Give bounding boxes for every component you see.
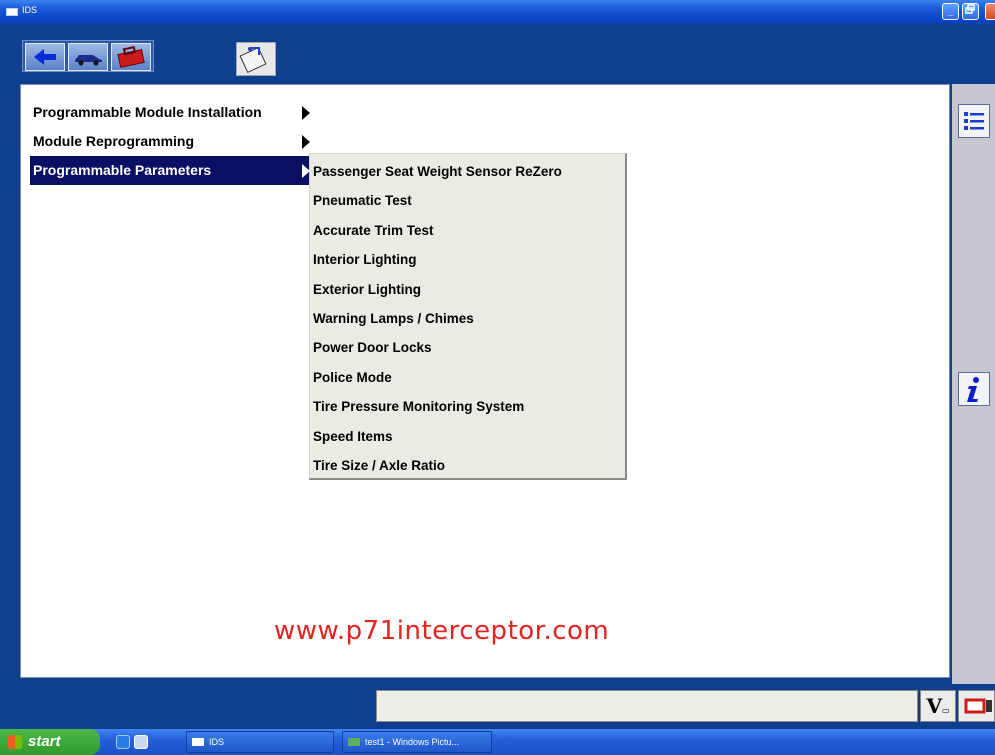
- menu-item-module-reprogramming[interactable]: Module Reprogramming: [30, 127, 312, 156]
- main-menu: Programmable Module Installation Module …: [30, 98, 312, 185]
- submenu-item[interactable]: Tire Pressure Monitoring System: [310, 392, 625, 421]
- vehicle-button[interactable]: [68, 43, 108, 71]
- vehicle-tool-strip: [22, 40, 154, 72]
- internet-explorer-icon[interactable]: [116, 735, 130, 749]
- car-icon: [75, 55, 102, 66]
- windows-taskbar: start IDS test1 - Windows Pictu...: [0, 729, 995, 755]
- show-desktop-icon[interactable]: [134, 735, 148, 749]
- submenu-item[interactable]: Accurate Trim Test: [310, 216, 625, 245]
- start-button[interactable]: start: [0, 729, 100, 755]
- status-message-field: [376, 690, 918, 722]
- watermark-url: www.p71interceptor.com: [274, 616, 610, 646]
- submenu-item[interactable]: Speed Items: [310, 422, 625, 451]
- submenu-item[interactable]: Passenger Seat Weight Sensor ReZero: [310, 157, 625, 186]
- submenu-item[interactable]: Pneumatic Test: [310, 186, 625, 215]
- submenu-item[interactable]: Police Mode: [310, 363, 625, 392]
- menu-item-programmable-parameters[interactable]: Programmable Parameters: [30, 156, 312, 185]
- back-arrow-icon: [34, 49, 56, 65]
- menu-item-label: Programmable Parameters: [33, 162, 212, 178]
- app-window-icon: [6, 8, 18, 16]
- menu-item-programmable-module-installation[interactable]: Programmable Module Installation: [30, 98, 312, 127]
- submenu-item[interactable]: Warning Lamps / Chimes: [310, 304, 625, 333]
- submenu-item[interactable]: Interior Lighting: [310, 245, 625, 274]
- back-arrow-button[interactable]: [25, 43, 65, 71]
- right-tool-strip: [952, 84, 995, 684]
- module-programming-tab[interactable]: [236, 42, 276, 76]
- module-programming-icon: [239, 46, 267, 74]
- minimize-button[interactable]: _: [942, 3, 959, 20]
- exit-button[interactable]: [958, 690, 995, 722]
- submenu-item[interactable]: Tire Size / Axle Ratio: [310, 451, 625, 480]
- window-title: IDS: [22, 5, 38, 15]
- submenu-item[interactable]: Exterior Lighting: [310, 275, 625, 304]
- exit-icon: [964, 698, 992, 714]
- list-view-button[interactable]: [958, 104, 990, 138]
- info-icon: [967, 377, 979, 402]
- window-title-bar: IDS _: [0, 0, 995, 24]
- programmable-parameters-submenu: Passenger Seat Weight Sensor ReZero Pneu…: [309, 153, 627, 480]
- info-button[interactable]: [958, 372, 990, 406]
- toolbox-icon: [117, 45, 145, 68]
- restore-icon: [965, 4, 975, 14]
- close-button[interactable]: [985, 3, 995, 20]
- ids-window-icon: [192, 738, 204, 746]
- submenu-item[interactable]: Power Door Locks: [310, 333, 625, 362]
- restore-button[interactable]: [962, 3, 979, 20]
- menu-item-label: Module Reprogramming: [33, 133, 195, 149]
- start-label: start: [28, 733, 61, 750]
- toolbox-button[interactable]: [111, 43, 151, 71]
- taskbar-item-picture-viewer[interactable]: test1 - Windows Pictu...: [342, 731, 492, 753]
- task-label: IDS: [209, 737, 225, 747]
- task-label: test1 - Windows Pictu...: [365, 737, 460, 747]
- list-icon: [964, 112, 984, 130]
- submenu-arrow-icon: [302, 135, 310, 149]
- vehicle-info-label: V: [926, 694, 942, 718]
- menu-item-label: Programmable Module Installation: [33, 104, 262, 120]
- vehicle-info-button[interactable]: V▭: [920, 690, 956, 722]
- submenu-arrow-icon: [302, 106, 310, 120]
- taskbar-item-ids[interactable]: IDS: [186, 731, 334, 753]
- windows-logo-icon: [8, 735, 22, 749]
- picture-viewer-icon: [348, 738, 360, 746]
